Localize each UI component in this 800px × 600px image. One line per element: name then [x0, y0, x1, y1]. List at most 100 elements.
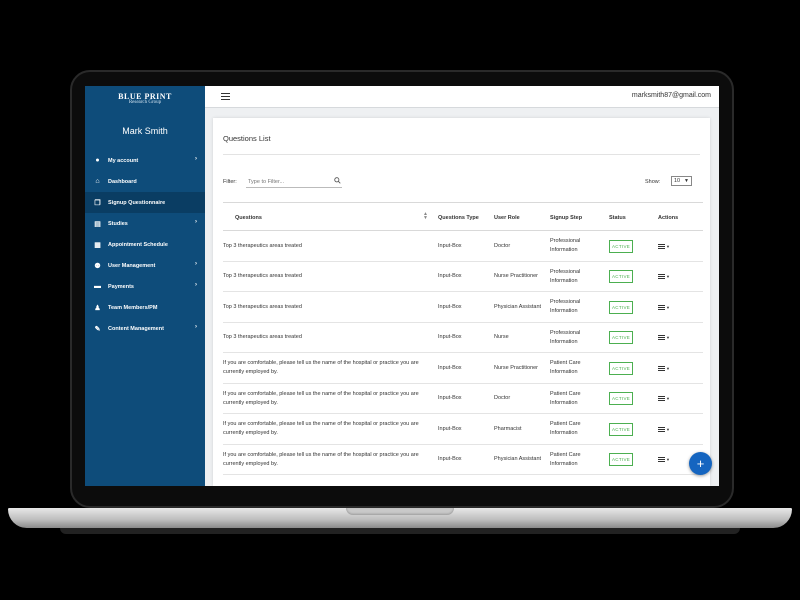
brand-subtitle: Research Group — [128, 100, 162, 105]
actions-menu-button[interactable]: ▼ — [658, 333, 670, 342]
user-role-cell: Pharmacist — [494, 425, 522, 432]
header-signup-step[interactable]: Signup Step — [550, 203, 605, 232]
question-cell: If you are comfortable, please tell us t… — [223, 475, 433, 486]
actions-menu-button[interactable]: ▼ — [658, 455, 670, 464]
user-role-cell: Nurse Practitioner — [494, 364, 539, 371]
actions-cell: ▼ — [658, 231, 693, 261]
actions-menu-button[interactable]: ▼ — [658, 364, 670, 373]
signup-step-cell: Patient Care Information — [550, 451, 581, 467]
caret-down-icon: ▼ — [666, 365, 670, 371]
calendar-icon: ▦ — [94, 241, 101, 249]
sidebar-item-label: Signup Questionnaire — [108, 199, 166, 206]
filter-input[interactable] — [246, 176, 342, 188]
question-type-cell: Input-Box — [438, 364, 462, 371]
table-row: Top 3 therapeutics areas treated Input-Bo… — [223, 231, 703, 262]
menu-lines-icon — [658, 273, 665, 280]
sidebar-item-my-account[interactable]: ● My account › — [85, 150, 205, 171]
menu-lines-icon — [658, 243, 665, 250]
header-actions: Actions — [658, 214, 679, 221]
actions-menu-button[interactable]: ▼ — [658, 425, 670, 434]
table-row: If you are comfortable, please tell us t… — [223, 384, 703, 414]
user-role-cell: Nurse Practitioner — [494, 273, 539, 279]
menu-lines-icon — [658, 334, 665, 341]
question-cell: If you are comfortable, please tell us t… — [223, 421, 419, 436]
question-cell: If you are comfortable, please tell us t… — [223, 451, 419, 467]
status-badge: ACTIVE — [609, 239, 634, 253]
chevron-right-icon: › — [195, 282, 197, 288]
edit-icon: ✎ — [94, 325, 101, 333]
question-type-cell: Input-Box — [438, 456, 462, 462]
status-cell: ACTIVE — [609, 231, 649, 261]
menu-lines-icon — [658, 426, 665, 433]
team-icon: ♟ — [94, 304, 101, 312]
header-questions[interactable]: Questions — [223, 203, 433, 232]
question-type-cell — [438, 475, 488, 486]
filter-label: Filter: — [223, 179, 237, 185]
page-size-select[interactable]: 10 ▼ — [671, 176, 692, 186]
question-cell: Top 3 therapeutics areas treated — [223, 273, 302, 279]
menu-icon[interactable] — [221, 93, 230, 100]
brand-logo[interactable]: BLUE PRINT Research Group — [85, 92, 205, 105]
chevron-right-icon: › — [195, 261, 197, 267]
actions-menu-button[interactable]: ▼ — [658, 394, 670, 403]
user-email[interactable]: marksmith87@gmail.com — [632, 92, 711, 99]
user-role-cell — [494, 475, 544, 486]
menu-lines-icon — [658, 456, 665, 463]
table-row: If you are comfortable, please tell us t… — [223, 414, 703, 445]
table-row: If you are comfortable, please tell us t… — [223, 445, 703, 475]
header-status[interactable]: Status — [609, 203, 649, 232]
divider — [223, 154, 700, 155]
add-question-button[interactable]: + — [689, 452, 712, 475]
actions-menu-button[interactable]: ▼ — [658, 272, 670, 281]
actions-menu-button[interactable]: ▼ — [658, 303, 670, 312]
actions-cell: ▼ — [658, 414, 693, 444]
questions-card: Questions List Filter: Show: 10 ▼ Questi… — [213, 118, 710, 486]
chevron-right-icon: › — [195, 324, 197, 330]
laptop-shadow — [60, 528, 740, 534]
actions-cell: ▼ — [658, 262, 693, 292]
page-title: Questions List — [223, 134, 271, 143]
show-label: Show: — [645, 179, 661, 185]
topbar: marksmith87@gmail.com — [205, 86, 719, 108]
signup-step-cell: Patient Care Information — [550, 421, 581, 436]
question-type-cell: Input-Box — [438, 242, 462, 249]
actions-menu-button[interactable]: ▼ — [658, 242, 670, 251]
question-cell: Top 3 therapeutics areas treated — [223, 334, 302, 340]
search-icon[interactable] — [334, 177, 341, 184]
sidebar-item-content-management[interactable]: ✎ Content Management › — [85, 318, 205, 339]
sidebar: BLUE PRINT Research Group Mark Smith ● My… — [85, 86, 205, 486]
header-user-role[interactable]: User Role — [494, 203, 544, 232]
user-icon: ● — [95, 157, 100, 164]
user-role-cell: Doctor — [494, 242, 511, 249]
question-type-cell: Input-Box — [438, 395, 462, 401]
table-row: If you are comfortable, please tell us t… — [223, 353, 703, 384]
sidebar-item-studies[interactable]: ▤ Studies › — [85, 213, 205, 234]
status-cell: ACTIVE — [609, 384, 649, 414]
actions-cell: ▼ — [658, 384, 693, 414]
sidebar-item-appointment-schedule[interactable]: ▦ Appointment Schedule — [85, 234, 205, 255]
sidebar-item-user-management[interactable]: ⚉ User Management › — [85, 255, 205, 276]
laptop-notch — [346, 508, 454, 515]
chevron-right-icon: › — [195, 219, 197, 225]
status-cell: ACTIVE — [609, 445, 649, 475]
document-icon: ▤ — [94, 220, 101, 228]
table-body: Top 3 therapeutics areas treated Input-Bo… — [223, 231, 703, 486]
caret-down-icon: ▼ — [666, 335, 670, 340]
status-badge: ACTIVE — [609, 331, 634, 344]
sidebar-item-signup-questionnaire[interactable]: ❐ Signup Questionnaire — [85, 192, 205, 213]
sidebar-item-payments[interactable]: ▬ Payments › — [85, 276, 205, 297]
user-role-cell: Physician Assistant — [494, 303, 542, 310]
sidebar-item-team-members-pm[interactable]: ♟ Team Members/PM — [85, 297, 205, 318]
status-badge: ACTIVE — [609, 361, 634, 375]
question-type-cell: Input-Box — [438, 303, 462, 310]
status-badge: ACTIVE — [609, 453, 634, 466]
status-badge: ACTIVE — [609, 392, 634, 405]
header-questions-type[interactable]: Questions Type — [438, 203, 488, 232]
sidebar-item-dashboard[interactable]: ⌂ Dashboard — [85, 171, 205, 192]
caret-down-icon: ▼ — [666, 426, 670, 432]
question-cell: Top 3 therapeutics areas treated — [223, 242, 302, 249]
sort-icon[interactable]: ▲ ▼ — [423, 212, 428, 221]
signup-step-cell: Professional Information — [550, 299, 581, 314]
sidebar-item-label: Team Members/PM — [108, 304, 158, 311]
card-icon: ▬ — [94, 283, 101, 290]
